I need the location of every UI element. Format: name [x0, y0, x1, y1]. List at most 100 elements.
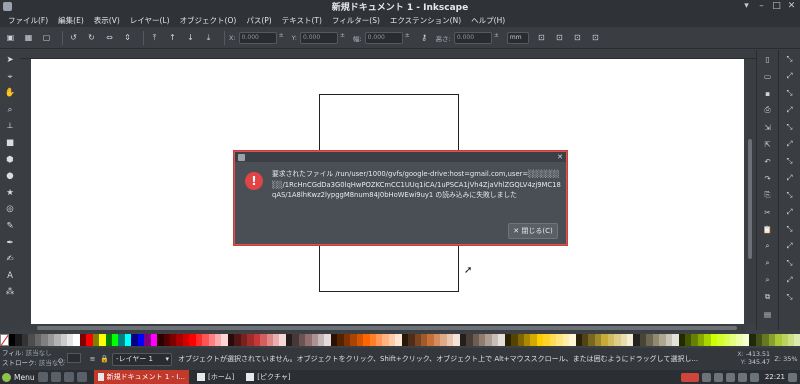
- zoom-selection-icon[interactable]: ⌕: [762, 240, 774, 252]
- snap-grid-icon[interactable]: ⤢: [784, 274, 796, 286]
- pen-tool-icon[interactable]: ✒: [4, 237, 16, 249]
- files-launcher-icon[interactable]: [77, 372, 87, 382]
- window-menu-icon[interactable]: ▾: [742, 2, 751, 11]
- duplicate-icon[interactable]: ⧉: [762, 291, 774, 303]
- flip-vertical-icon[interactable]: ⇕: [121, 31, 134, 44]
- volume-icon[interactable]: [737, 372, 747, 382]
- terminal-launcher-icon[interactable]: [64, 372, 74, 382]
- shield-icon[interactable]: [713, 372, 723, 382]
- snap-midpoints-icon[interactable]: ⤢: [784, 206, 796, 218]
- power-icon[interactable]: [788, 372, 797, 382]
- snap-page-icon[interactable]: ⤡: [784, 257, 796, 269]
- layer-lock-icon[interactable]: 🔒: [100, 355, 109, 363]
- snap-bbox-icon[interactable]: ⤢: [784, 70, 796, 82]
- x-stepper-icon[interactable]: ±: [279, 32, 287, 44]
- ellipse-tool-icon[interactable]: ●: [4, 170, 16, 182]
- menu-path[interactable]: パス(P): [242, 15, 277, 26]
- move-patterns-icon[interactable]: ⊡: [589, 31, 602, 44]
- print-icon[interactable]: ⎙: [762, 104, 774, 116]
- x-field[interactable]: 0.000: [238, 31, 277, 44]
- node-tool-icon[interactable]: ⌖: [4, 71, 16, 83]
- width-stepper-icon[interactable]: ±: [405, 32, 413, 44]
- dialog-close-icon[interactable]: ✕: [557, 153, 563, 161]
- maximize-icon[interactable]: □: [772, 2, 781, 11]
- menu-layer[interactable]: レイヤー(L): [126, 15, 176, 26]
- zoom-value[interactable]: 35%: [783, 355, 797, 363]
- snap-bbox-corner-icon[interactable]: ⤢: [784, 104, 796, 116]
- snap-rotation-icon[interactable]: ⤢: [784, 240, 796, 252]
- spiral-tool-icon[interactable]: ◎: [4, 203, 16, 215]
- group-icon[interactable]: ▤: [762, 308, 774, 320]
- input-method-icon[interactable]: [680, 372, 699, 382]
- cut-icon[interactable]: ✂: [762, 206, 774, 218]
- vertical-scrollbar[interactable]: [745, 59, 755, 324]
- menu-help[interactable]: ヘルプ(H): [467, 15, 511, 26]
- y-stepper-icon[interactable]: ±: [340, 32, 348, 44]
- zoom-drawing-icon[interactable]: ⌕: [762, 257, 774, 269]
- horizontal-scrollbar[interactable]: [31, 324, 745, 332]
- deselect-icon[interactable]: ▢: [40, 31, 53, 44]
- task-inkscape[interactable]: 新規ドキュメント 1 - I...: [94, 370, 189, 384]
- close-icon[interactable]: ✕: [787, 2, 796, 11]
- menu-text[interactable]: テキスト(T): [278, 15, 328, 26]
- pencil-tool-icon[interactable]: ✎: [4, 220, 16, 232]
- color-swatch[interactable]: [794, 334, 800, 346]
- close-button[interactable]: ✕ 閉じる(C): [508, 223, 558, 239]
- open-icon[interactable]: ▭: [762, 70, 774, 82]
- vertical-scroll-thumb[interactable]: [748, 139, 752, 259]
- 3d-box-tool-icon[interactable]: ⬢: [4, 154, 16, 166]
- spray-tool-icon[interactable]: ⁂: [4, 286, 16, 298]
- no-paint-swatch[interactable]: [0, 334, 9, 346]
- rotate-cw-icon[interactable]: ↻: [85, 31, 98, 44]
- clock[interactable]: 22:21: [765, 373, 785, 381]
- snap-intersections-icon[interactable]: ⤡: [784, 155, 796, 167]
- horizontal-scroll-thumb[interactable]: [37, 326, 737, 330]
- snap-cusp-icon[interactable]: ⤢: [784, 172, 796, 184]
- redo-icon[interactable]: ↷: [762, 172, 774, 184]
- snap-bbox-edge-icon[interactable]: ⤡: [784, 87, 796, 99]
- scale-corners-icon[interactable]: ⊡: [553, 31, 566, 44]
- snap-toggle-icon[interactable]: ⤡: [784, 53, 796, 65]
- zoom-tool-icon[interactable]: ⌕: [4, 104, 16, 116]
- measure-tool-icon[interactable]: ⟂: [4, 120, 16, 132]
- snap-smooth-icon[interactable]: ⤡: [784, 189, 796, 201]
- menu-object[interactable]: オブジェクト(O): [176, 15, 243, 26]
- lower-icon[interactable]: ↓: [184, 31, 197, 44]
- select-all-layers-icon[interactable]: ▦: [22, 31, 35, 44]
- height-field[interactable]: 0.000: [453, 31, 492, 44]
- menu-edit[interactable]: 編集(E): [54, 15, 90, 26]
- show-desktop-icon[interactable]: [38, 372, 48, 382]
- fill-stroke-indicator[interactable]: フィル: 該当なし ストローク: 該当なし: [0, 348, 65, 370]
- horizontal-ruler[interactable]: [20, 50, 756, 59]
- opacity-field[interactable]: [67, 353, 82, 363]
- layer-select[interactable]: -レイヤー 1: [112, 352, 172, 366]
- snap-paths-icon[interactable]: ⤢: [784, 138, 796, 150]
- text-tool-icon[interactable]: A: [4, 270, 16, 282]
- selector-tool-icon[interactable]: ➤: [4, 54, 16, 66]
- y-field[interactable]: 0.000: [299, 31, 338, 44]
- snap-nodes-icon[interactable]: ⤡: [784, 121, 796, 133]
- unit-select[interactable]: mm: [506, 31, 529, 44]
- new-document-icon[interactable]: ▯: [762, 53, 774, 65]
- height-stepper-icon[interactable]: ±: [494, 32, 502, 44]
- export-icon[interactable]: ⇱: [762, 138, 774, 150]
- lower-to-bottom-icon[interactable]: ⤓: [202, 31, 215, 44]
- layer-visibility-icon[interactable]: ≡: [88, 355, 97, 363]
- import-icon[interactable]: ⇲: [762, 121, 774, 133]
- task-pictures[interactable]: [ピクチャ]: [242, 370, 294, 384]
- copy-icon[interactable]: ⎘: [762, 189, 774, 201]
- menu-view[interactable]: 表示(V): [90, 15, 126, 26]
- paste-icon[interactable]: 📋: [762, 223, 774, 235]
- minimize-icon[interactable]: –: [757, 2, 766, 11]
- tweak-tool-icon[interactable]: ✋: [4, 87, 16, 99]
- vertical-ruler[interactable]: [20, 59, 30, 327]
- zoom-control[interactable]: Z: 35%: [772, 355, 800, 363]
- snap-centers-icon[interactable]: ⤡: [784, 223, 796, 235]
- raise-to-top-icon[interactable]: ⤒: [148, 31, 161, 44]
- menu-file[interactable]: ファイル(F): [4, 15, 54, 26]
- width-field[interactable]: 0.000: [364, 31, 403, 44]
- scale-stroke-icon[interactable]: ⊡: [535, 31, 548, 44]
- snap-guides-icon[interactable]: ⤡: [784, 291, 796, 303]
- move-gradients-icon[interactable]: ⊡: [571, 31, 584, 44]
- browser-launcher-icon[interactable]: [51, 372, 61, 382]
